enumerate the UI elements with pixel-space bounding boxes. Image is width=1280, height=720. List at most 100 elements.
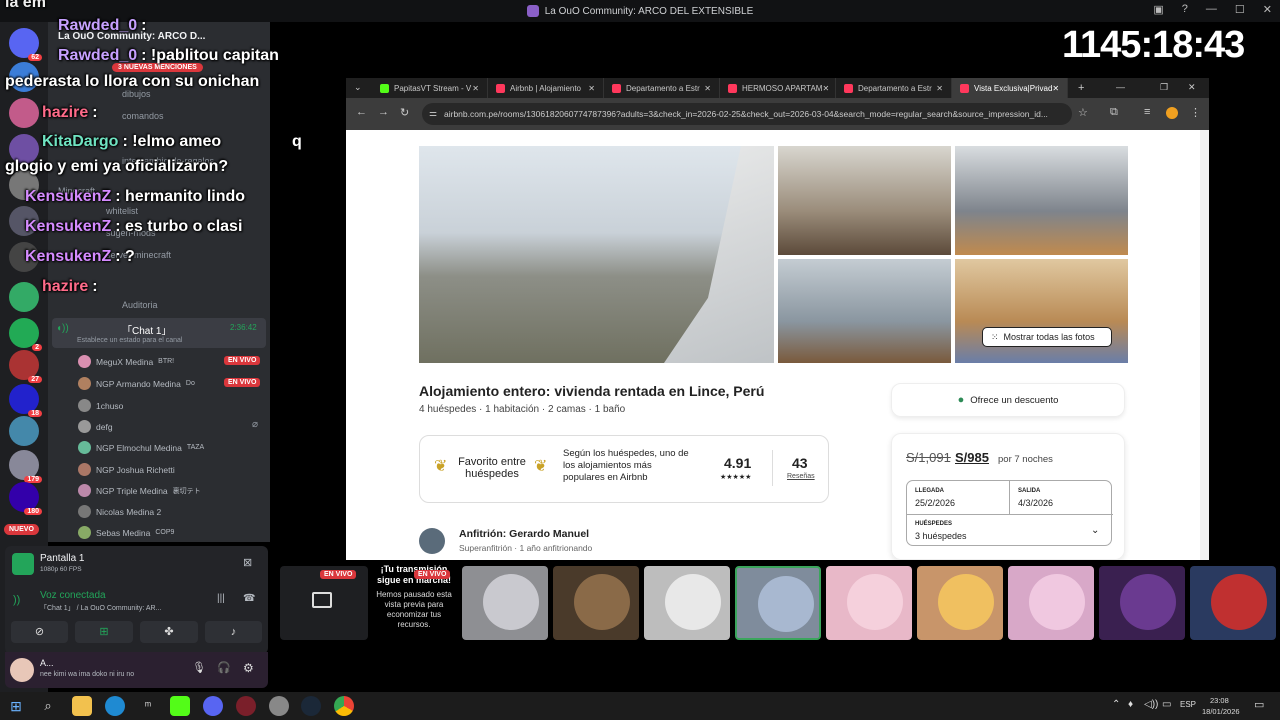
activities-button[interactable]: ✤ (140, 621, 198, 643)
minimize-button[interactable]: — (1116, 82, 1125, 92)
checkin-field[interactable]: LLEGADA 25/2/2026 (907, 481, 1010, 515)
server-icon-14[interactable]: 180 (9, 482, 42, 515)
voice-user[interactable]: Nicolas Medina 2 (78, 505, 161, 518)
kick-icon[interactable] (170, 696, 190, 716)
my-stream-tile[interactable]: EN VIVO (280, 566, 368, 640)
bookmark-icon[interactable]: ☆ (1078, 106, 1088, 119)
tab-list-icon[interactable]: ⌄ (354, 82, 362, 93)
voice-user[interactable]: NGP Elmochul Medina TAZA (78, 441, 204, 454)
close-button[interactable]: ✕ (1188, 82, 1196, 93)
headphones-icon[interactable]: 🎧 (217, 661, 231, 674)
reviews-label[interactable]: Reseñas (787, 473, 815, 480)
voice-channel-path[interactable]: 「Chat 1」 / La OuO Community: AR... (40, 603, 161, 613)
server-icon-10[interactable]: 27 (9, 350, 42, 383)
clock-date[interactable]: 18/01/2026 (1202, 707, 1240, 716)
participant-tile[interactable] (644, 566, 730, 640)
clock-time[interactable]: 23:08 (1210, 696, 1229, 705)
participant-tile[interactable] (1008, 566, 1094, 640)
active-voice-channel[interactable]: ◖)) 「Chat 1」 2:36:42 Establece un estado… (52, 318, 266, 348)
server-icon-9[interactable]: 2 (9, 318, 42, 351)
obs-icon[interactable] (236, 696, 256, 716)
channel-comandos[interactable]: comandos (122, 111, 164, 121)
participant-tile[interactable] (462, 566, 548, 640)
maximize-button[interactable]: ❐ (1160, 82, 1168, 93)
voice-user[interactable]: MeguX Medina BTR! (78, 355, 174, 368)
avatar[interactable] (10, 658, 34, 682)
mic-icon[interactable]: 🎙 (192, 661, 206, 674)
show-all-photos-button[interactable]: ⁙ Mostrar todas las fotos (982, 327, 1112, 347)
close-tab-icon[interactable]: ✕ (704, 84, 711, 93)
menu-icon[interactable]: ⋮ (1190, 106, 1201, 119)
forward-icon[interactable]: → (378, 106, 389, 118)
checkout-field[interactable]: SALIDA 4/3/2026 (1010, 481, 1113, 515)
browser-tab[interactable]: Airbnb | Alojamiento ✕ (488, 78, 604, 98)
reload-icon[interactable]: ↻ (400, 106, 409, 119)
browser-tab[interactable]: PapitasVT Stream - V ✕ (372, 78, 488, 98)
voice-user[interactable]: NGP Triple Medina 裏切テト (78, 484, 201, 497)
voice-user[interactable]: NGP Armando Medina Do (78, 377, 195, 390)
close-tab-icon[interactable]: ✕ (588, 84, 595, 93)
browser-tab[interactable]: Departamento a Estr ✕ (836, 78, 952, 98)
status-hint[interactable]: Establece un estado para el canal (77, 337, 182, 344)
share-screen-button[interactable]: ⊞ (75, 621, 133, 643)
new-tab-icon[interactable]: + (1078, 82, 1084, 94)
participant-tile[interactable] (1099, 566, 1185, 640)
discord-icon[interactable] (203, 696, 223, 716)
main-photo[interactable] (419, 146, 774, 363)
mic-tray-icon[interactable]: ♦ (1128, 699, 1133, 710)
voice-user[interactable]: Sebas Medina COP9 (78, 526, 174, 539)
participant-tile[interactable] (826, 566, 912, 640)
server-icon-13[interactable]: 179 (9, 450, 42, 483)
participant-tile[interactable] (917, 566, 1003, 640)
photo-sofa[interactable] (778, 259, 951, 363)
browser-tab[interactable]: HERMOSO APARTAM ✕ (720, 78, 836, 98)
settings-icon[interactable]: ⚙ (243, 661, 254, 675)
voice-user[interactable]: 1chuso (78, 399, 123, 412)
soundboard-button[interactable]: ♪ (205, 621, 262, 643)
minimize-button[interactable]: — (1206, 3, 1217, 16)
camera-off-button[interactable]: ⊘ (11, 621, 68, 643)
photo-bedroom[interactable] (955, 259, 1128, 363)
host-avatar[interactable] (419, 528, 445, 554)
help-icon[interactable]: ? (1182, 3, 1188, 16)
stop-share-icon[interactable]: ⊠ (243, 556, 252, 569)
search-icon[interactable]: ⌕ (38, 696, 58, 716)
guests-select[interactable]: HUÉSPEDES 3 huéspedes ⌄ (907, 515, 1113, 547)
steam-icon[interactable] (301, 696, 321, 716)
voice-user[interactable]: defg (78, 420, 113, 433)
media-icon[interactable]: ≡ (1144, 106, 1150, 118)
app-icon-2[interactable] (269, 696, 289, 716)
close-tab-icon[interactable]: ✕ (822, 84, 829, 93)
start-icon[interactable]: ⊞ (6, 696, 26, 716)
voice-status[interactable]: Voz conectada (40, 590, 106, 601)
server-icon-11[interactable]: 18 (9, 384, 42, 417)
server-icon-12[interactable] (9, 416, 39, 446)
participant-tile[interactable] (553, 566, 639, 640)
channel-whitelist[interactable]: whitelist (106, 206, 138, 216)
voice-channel-auditoria[interactable]: Auditoria (122, 300, 158, 310)
photo-dining[interactable] (955, 146, 1128, 255)
disconnect-icon[interactable]: ☎ (243, 593, 255, 604)
maximize-button[interactable]: ☐ (1235, 3, 1245, 16)
inbox-icon[interactable]: ▣ (1153, 3, 1163, 16)
back-icon[interactable]: ← (356, 106, 367, 118)
app-icon[interactable]: ᵐ (138, 696, 158, 716)
close-tab-icon[interactable]: ✕ (472, 84, 479, 93)
server-icon-1[interactable]: 62 (9, 28, 42, 61)
participant-tile-speaking[interactable] (735, 566, 821, 640)
server-icon-8[interactable] (9, 282, 39, 312)
edge-icon[interactable] (105, 696, 125, 716)
profile-avatar[interactable] (1166, 107, 1178, 119)
tray-chevron-icon[interactable]: ⌃ (1112, 699, 1120, 710)
url-field[interactable]: ⚌ airbnb.com.pe/rooms/130618206077478739… (422, 103, 1072, 125)
noise-icon[interactable]: ||| (217, 593, 225, 604)
extensions-icon[interactable]: ⧉ (1110, 106, 1118, 119)
notification-icon[interactable]: ▭ (1254, 698, 1264, 711)
network-icon[interactable]: ▭ (1162, 699, 1171, 710)
close-button[interactable]: ✕ (1263, 3, 1272, 16)
browser-tab[interactable]: Departamento a Estr ✕ (604, 78, 720, 98)
guest-favorite-card[interactable]: ❦ Favorito entre huéspedes ❦ Según los h… (419, 435, 829, 503)
photo-living-room[interactable] (778, 146, 951, 255)
file-explorer-icon[interactable] (72, 696, 92, 716)
site-info-icon[interactable]: ⚌ (429, 108, 437, 119)
